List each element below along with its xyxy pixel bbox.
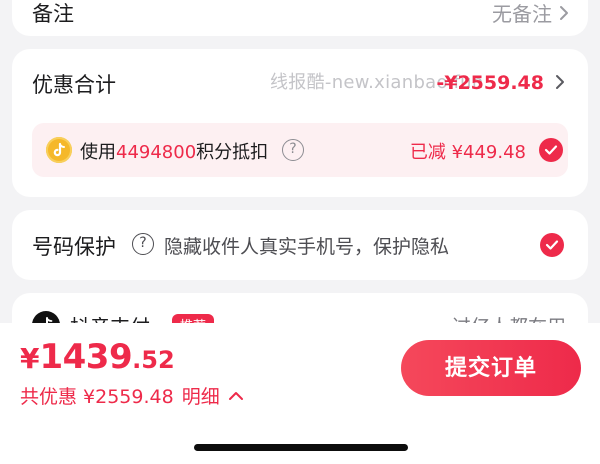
remark-value[interactable]: 无备注: [492, 0, 570, 27]
douyin-coin-icon: [46, 137, 72, 163]
chevron-right-icon[interactable]: [552, 74, 568, 90]
help-circle-icon[interactable]: ?: [132, 233, 154, 255]
points-prefix: 使用: [80, 142, 116, 163]
check-circle-icon[interactable]: [540, 233, 564, 257]
detail-label: 明细: [181, 386, 220, 408]
chevron-right-icon: [560, 5, 568, 20]
points-reduced-amount: 已减 ¥449.48: [409, 142, 526, 163]
price-integer: 1439: [39, 337, 133, 377]
discount-total-label: 优惠合计: [32, 73, 116, 97]
number-protection-description: 隐藏收件人真实手机号，保护隐私: [164, 236, 450, 258]
savings-detail-toggle[interactable]: 共优惠 ¥2559.48 明细: [20, 382, 244, 409]
number-protection-card: 号码保护 ? 隐藏收件人真实手机号，保护隐私: [12, 210, 588, 280]
submit-order-button[interactable]: 提交订单: [401, 340, 581, 396]
price-currency: ¥: [20, 342, 40, 375]
points-count: 4494800: [116, 142, 197, 163]
total-savings-text: 共优惠 ¥2559.48: [20, 386, 174, 408]
total-price: ¥1439.52: [20, 337, 175, 377]
home-indicator[interactable]: [194, 444, 408, 451]
help-circle-icon[interactable]: ?: [282, 139, 304, 161]
points-deduction-row[interactable]: 使用4494800积分抵扣 ? 已减 ¥449.48: [32, 123, 568, 177]
chevron-up-icon: [228, 391, 243, 400]
points-suffix: 积分抵扣: [196, 142, 269, 163]
remark-card[interactable]: 备注 无备注: [12, 0, 588, 36]
number-protection-label: 号码保护: [32, 235, 116, 259]
checkout-bar: ¥1439.52 共优惠 ¥2559.48 明细 提交订单: [0, 323, 600, 464]
price-decimal: .52: [132, 346, 175, 374]
check-circle-icon[interactable]: [539, 138, 563, 162]
remark-value-text: 无备注: [492, 2, 552, 26]
points-usage-text: 使用4494800积分抵扣: [80, 138, 268, 164]
discount-card: 优惠合计 线报酷-new.xianbao.fun -¥2559.48 使用449…: [12, 49, 588, 197]
discount-total-amount[interactable]: -¥2559.48: [436, 72, 544, 94]
remark-label: 备注: [32, 2, 74, 26]
